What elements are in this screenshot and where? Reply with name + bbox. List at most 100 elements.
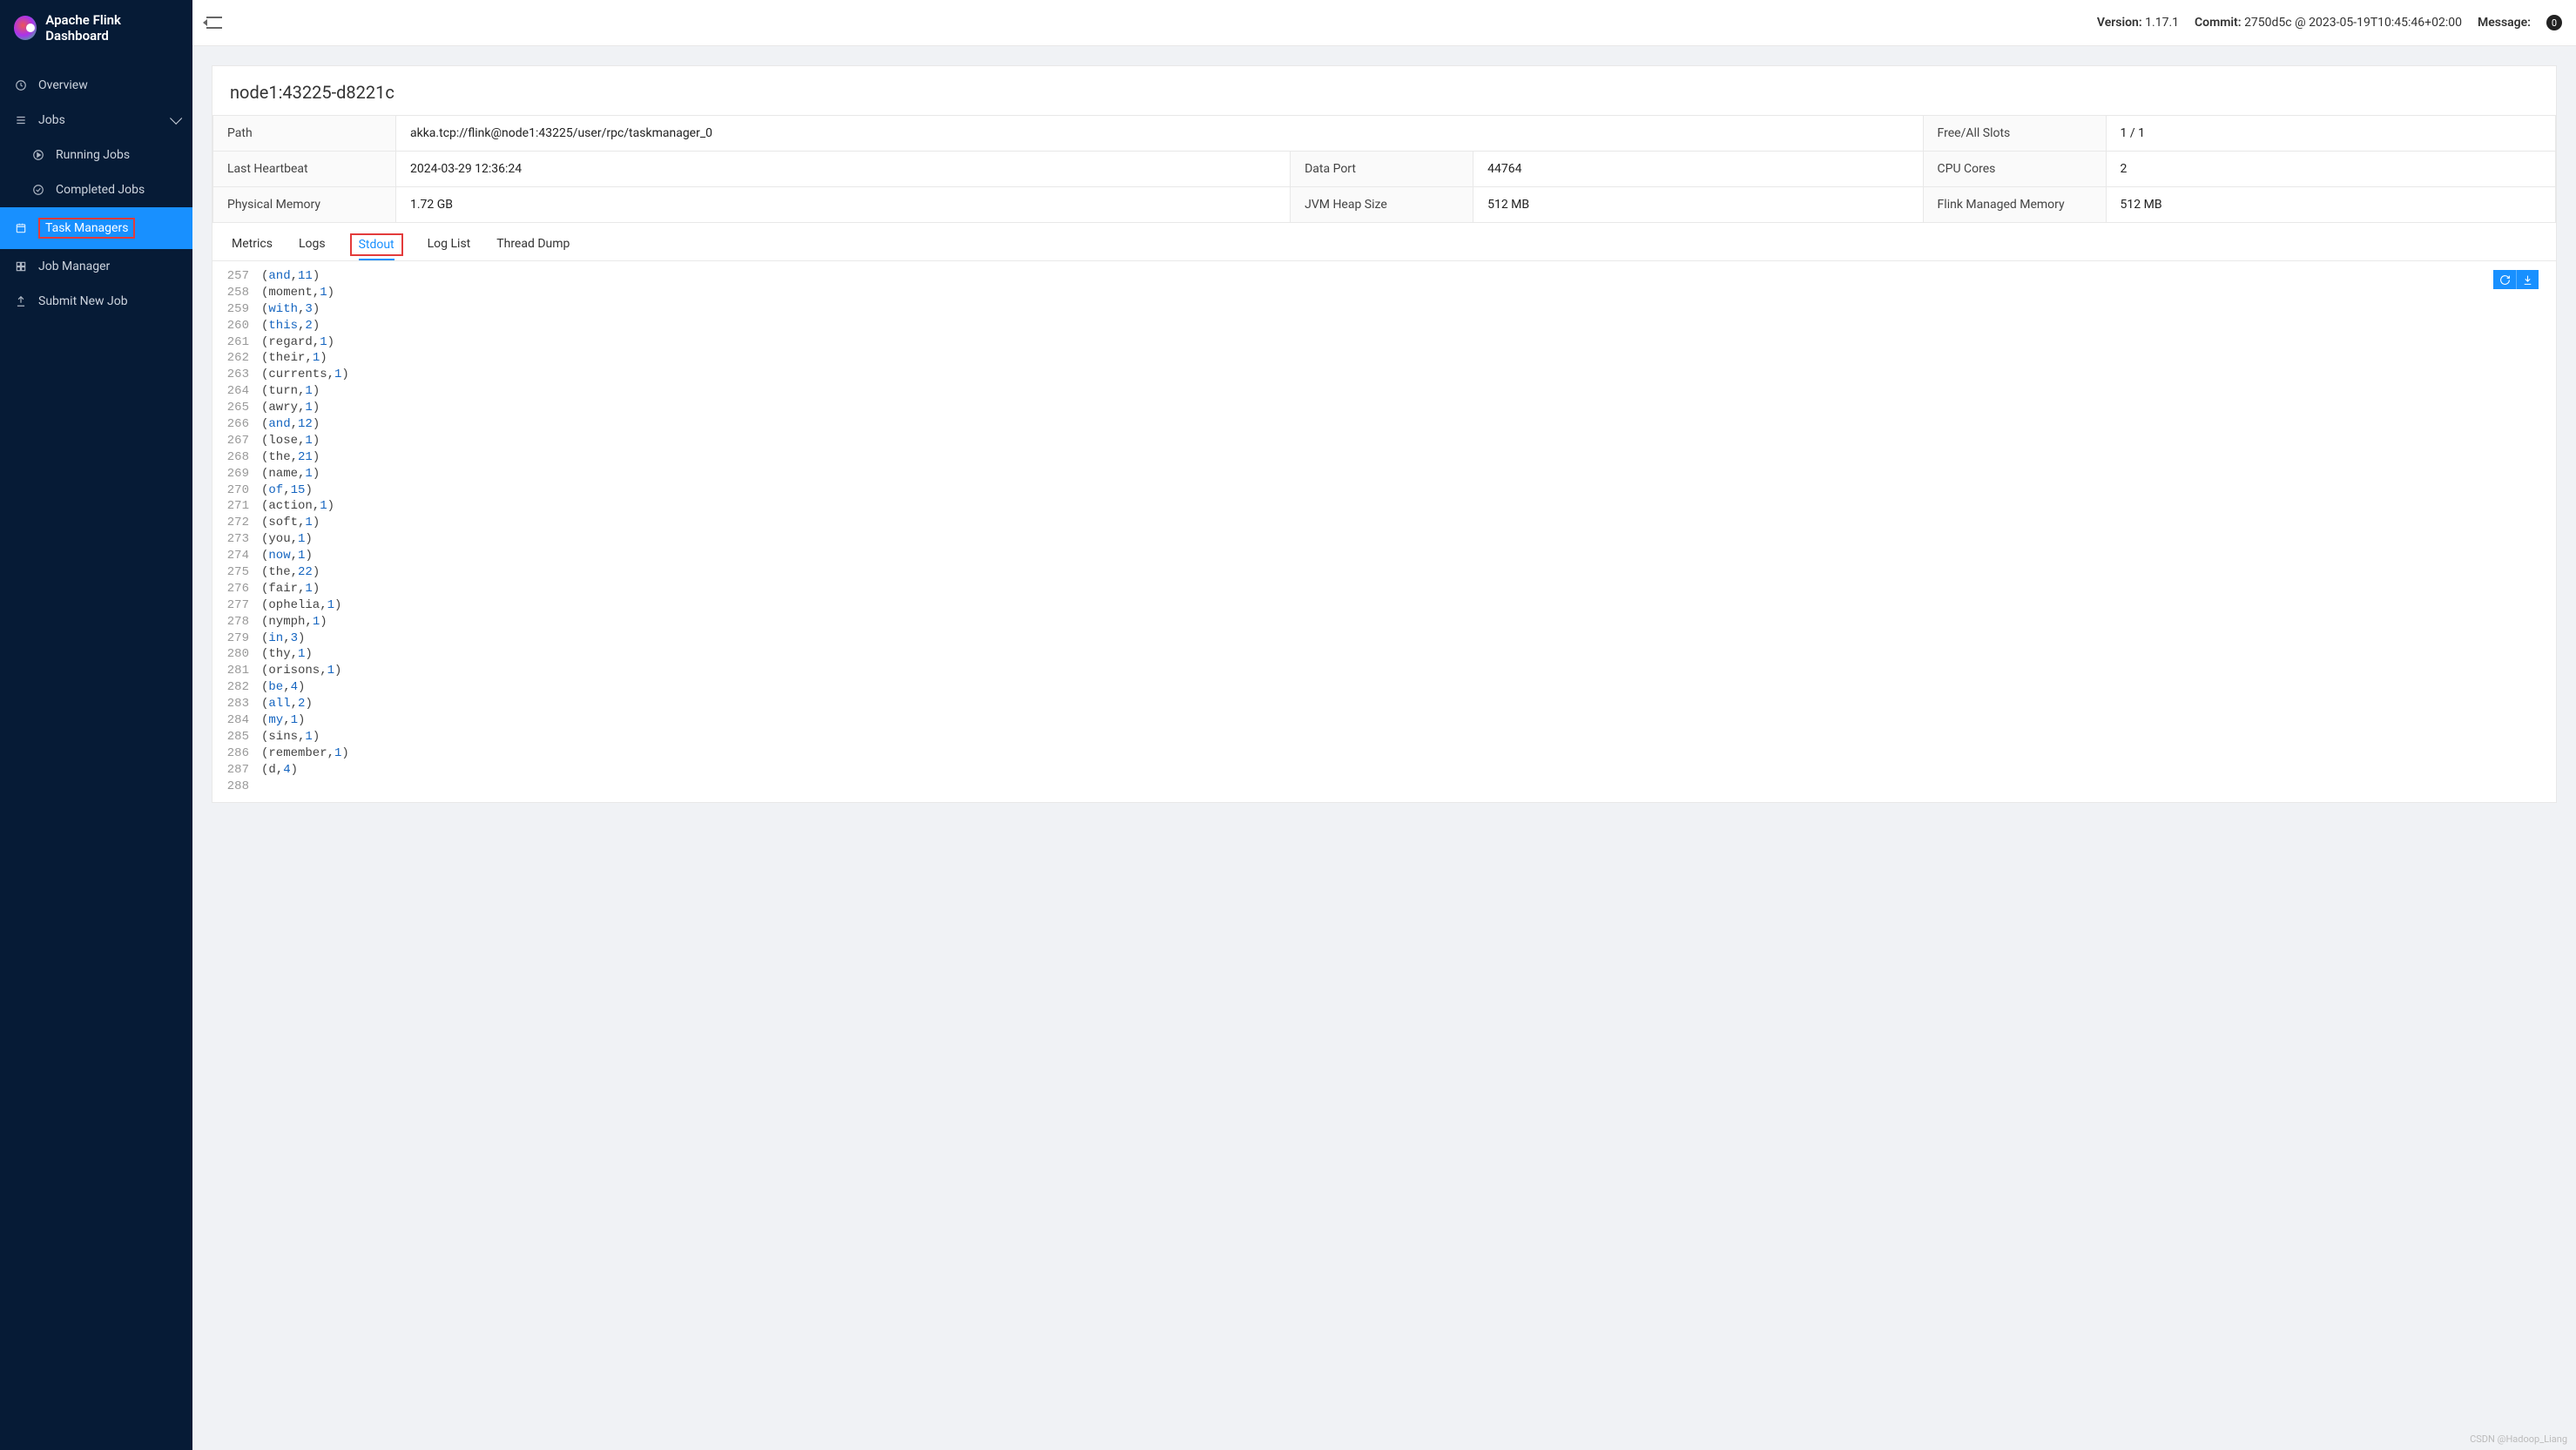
version-info: Version: 1.17.1 <box>2097 16 2179 30</box>
cores-value: 2 <box>2106 152 2555 187</box>
nav-job-manager[interactable]: Job Manager <box>0 249 192 284</box>
line-number: 284 <box>212 712 261 729</box>
line-number: 280 <box>212 646 261 663</box>
app-title: Apache Flink Dashboard <box>45 12 179 44</box>
path-value: akka.tcp://flink@node1:43225/user/rpc/ta… <box>396 116 1924 152</box>
line-number: 279 <box>212 631 261 647</box>
line-content: (awry,1) <box>261 400 320 416</box>
physmem-value: 1.72 GB <box>396 187 1291 223</box>
line-content: (orisons,1) <box>261 663 341 679</box>
check-icon <box>31 183 45 197</box>
line-number: 275 <box>212 564 261 581</box>
info-table: Path akka.tcp://flink@node1:43225/user/r… <box>212 115 2556 223</box>
line-content: (their,1) <box>261 350 327 367</box>
stdout-line: 286(remember,1) <box>212 745 2556 762</box>
tab-logs[interactable]: Logs <box>297 233 327 260</box>
line-number: 288 <box>212 779 261 795</box>
tab-threaddump[interactable]: Thread Dump <box>495 233 571 260</box>
stdout-line: 261(regard,1) <box>212 334 2556 351</box>
stdout-line: 282(be,4) <box>212 679 2556 696</box>
line-content: (name,1) <box>261 466 320 482</box>
message-info: Message: <box>2478 16 2531 30</box>
line-content: (moment,1) <box>261 285 334 301</box>
stdout-line: 258(moment,1) <box>212 285 2556 301</box>
nav-overview[interactable]: Overview <box>0 68 192 103</box>
nav-running-jobs[interactable]: Running Jobs <box>0 138 192 172</box>
upload-icon <box>14 294 28 308</box>
stdout-line: 283(all,2) <box>212 696 2556 712</box>
nav-label: Task Managers <box>38 218 135 239</box>
line-number: 264 <box>212 383 261 400</box>
nav-completed-jobs[interactable]: Completed Jobs <box>0 172 192 207</box>
line-number: 269 <box>212 466 261 482</box>
line-content: (with,3) <box>261 301 320 318</box>
line-number: 262 <box>212 350 261 367</box>
stdout-line: 277(ophelia,1) <box>212 597 2556 614</box>
stdout-line: 278(nymph,1) <box>212 614 2556 631</box>
message-badge[interactable]: 0 <box>2546 15 2562 30</box>
chevron-up-icon <box>170 112 182 125</box>
heartbeat-value: 2024-03-29 12:36:24 <box>396 152 1291 187</box>
heartbeat-label: Last Heartbeat <box>213 152 396 187</box>
nav-label: Jobs <box>38 113 65 127</box>
line-content: (fair,1) <box>261 581 320 597</box>
line-number: 283 <box>212 696 261 712</box>
stdout-line: 288 <box>212 779 2556 795</box>
download-icon <box>2522 274 2533 286</box>
stdout-line: 275(the,22) <box>212 564 2556 581</box>
line-number: 266 <box>212 416 261 433</box>
stdout-line: 270(of,15) <box>212 482 2556 499</box>
stdout-line: 272(soft,1) <box>212 515 2556 531</box>
line-number: 265 <box>212 400 261 416</box>
line-number: 257 <box>212 268 261 285</box>
line-number: 276 <box>212 581 261 597</box>
stdout-line: 263(currents,1) <box>212 367 2556 383</box>
line-number: 285 <box>212 729 261 745</box>
line-content: (remember,1) <box>261 745 349 762</box>
line-number: 277 <box>212 597 261 614</box>
stdout-line: 287(d,4) <box>212 762 2556 779</box>
line-content: (sins,1) <box>261 729 320 745</box>
nav-label: Job Manager <box>38 260 110 273</box>
line-content: (all,2) <box>261 696 313 712</box>
line-content: (turn,1) <box>261 383 320 400</box>
line-content: (the,21) <box>261 449 320 466</box>
sidebar-toggle[interactable] <box>206 17 222 29</box>
download-button[interactable] <box>2516 270 2539 289</box>
stdout-line: 281(orisons,1) <box>212 663 2556 679</box>
nav-submit-job[interactable]: Submit New Job <box>0 284 192 319</box>
port-label: Data Port <box>1291 152 1473 187</box>
line-number: 270 <box>212 482 261 499</box>
line-number: 259 <box>212 301 261 318</box>
nav-label: Completed Jobs <box>56 183 145 197</box>
tab-metrics[interactable]: Metrics <box>230 233 274 260</box>
line-number: 271 <box>212 498 261 515</box>
line-number: 267 <box>212 433 261 449</box>
line-content: (this,2) <box>261 318 320 334</box>
refresh-button[interactable] <box>2493 270 2516 289</box>
tabs: Metrics Logs Stdout Log List Thread Dump <box>212 223 2556 261</box>
nav-task-managers[interactable]: Task Managers <box>0 207 192 249</box>
stdout-line: 273(you,1) <box>212 531 2556 548</box>
refresh-icon <box>2499 274 2511 286</box>
line-content: (d,4) <box>261 762 298 779</box>
nav-jobs[interactable]: Jobs <box>0 103 192 138</box>
cores-label: CPU Cores <box>1923 152 2106 187</box>
line-number: 258 <box>212 285 261 301</box>
line-content: (you,1) <box>261 531 313 548</box>
line-content: (my,1) <box>261 712 305 729</box>
line-content: (and,12) <box>261 416 320 433</box>
line-number: 273 <box>212 531 261 548</box>
stdout-line: 262(their,1) <box>212 350 2556 367</box>
stdout-line: 268(the,21) <box>212 449 2556 466</box>
line-number: 260 <box>212 318 261 334</box>
tab-loglist[interactable]: Log List <box>426 233 473 260</box>
topbar: Version: 1.17.1 Commit: 2750d5c @ 2023-0… <box>192 0 2576 46</box>
line-content: (in,3) <box>261 631 305 647</box>
stdout-line: 259(with,3) <box>212 301 2556 318</box>
line-content: (be,4) <box>261 679 305 696</box>
build-icon <box>14 260 28 273</box>
line-number: 282 <box>212 679 261 696</box>
tab-stdout[interactable]: Stdout <box>350 233 403 256</box>
stdout-line: 257(and,11) <box>212 268 2556 285</box>
